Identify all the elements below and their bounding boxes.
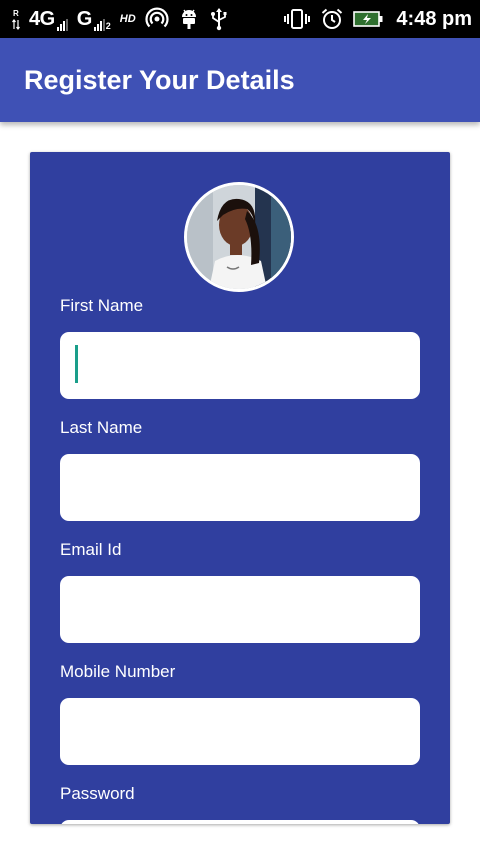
data-arrows-icon: R: [12, 8, 20, 30]
page-title: Register Your Details: [24, 64, 295, 95]
profile-avatar[interactable]: [184, 182, 294, 292]
text-cursor: [75, 345, 78, 383]
last-name-label: Last Name: [60, 418, 143, 437]
android-debug-icon: [178, 7, 200, 31]
first-name-label: First Name: [60, 296, 144, 315]
hotspot-icon: [145, 7, 169, 31]
status-bar-right: 4:48 pm: [283, 7, 472, 31]
clock-time: 4:48 pm: [396, 7, 472, 30]
network-4g-label: 4G: [29, 7, 55, 30]
mobile-number-label: Mobile Number: [60, 662, 176, 681]
alarm-icon: [320, 7, 344, 31]
email-input[interactable]: [60, 576, 420, 643]
signal-g-group: G 2: [77, 8, 111, 31]
signal-icon: [93, 18, 105, 31]
app-bar: Register Your Details: [0, 38, 480, 122]
network-g-label: G: [76, 7, 93, 30]
status-bar-left: R 4G G 2 HD: [12, 7, 283, 31]
signal-icon: [56, 18, 68, 31]
status-bar: R 4G G 2 HD 4:48 pm: [0, 0, 480, 38]
mobile-number-input[interactable]: [60, 698, 420, 765]
battery-charging-icon: [353, 10, 383, 28]
last-name-input[interactable]: [60, 454, 420, 521]
usb-icon: [209, 7, 229, 31]
profile-photo-icon: [187, 185, 291, 289]
registration-card: First Name Last Name Email Id Mobile Num…: [30, 152, 450, 824]
signal-4g-group: 4G: [29, 8, 68, 31]
sim2-label: 2: [105, 20, 111, 31]
svg-text:R: R: [13, 9, 19, 18]
vibrate-icon: [283, 7, 311, 31]
hd-label: HD: [119, 13, 136, 25]
email-label: Email Id: [60, 540, 122, 559]
password-label: Password: [60, 784, 135, 803]
password-input[interactable]: [60, 820, 420, 824]
first-name-input[interactable]: [60, 332, 420, 399]
